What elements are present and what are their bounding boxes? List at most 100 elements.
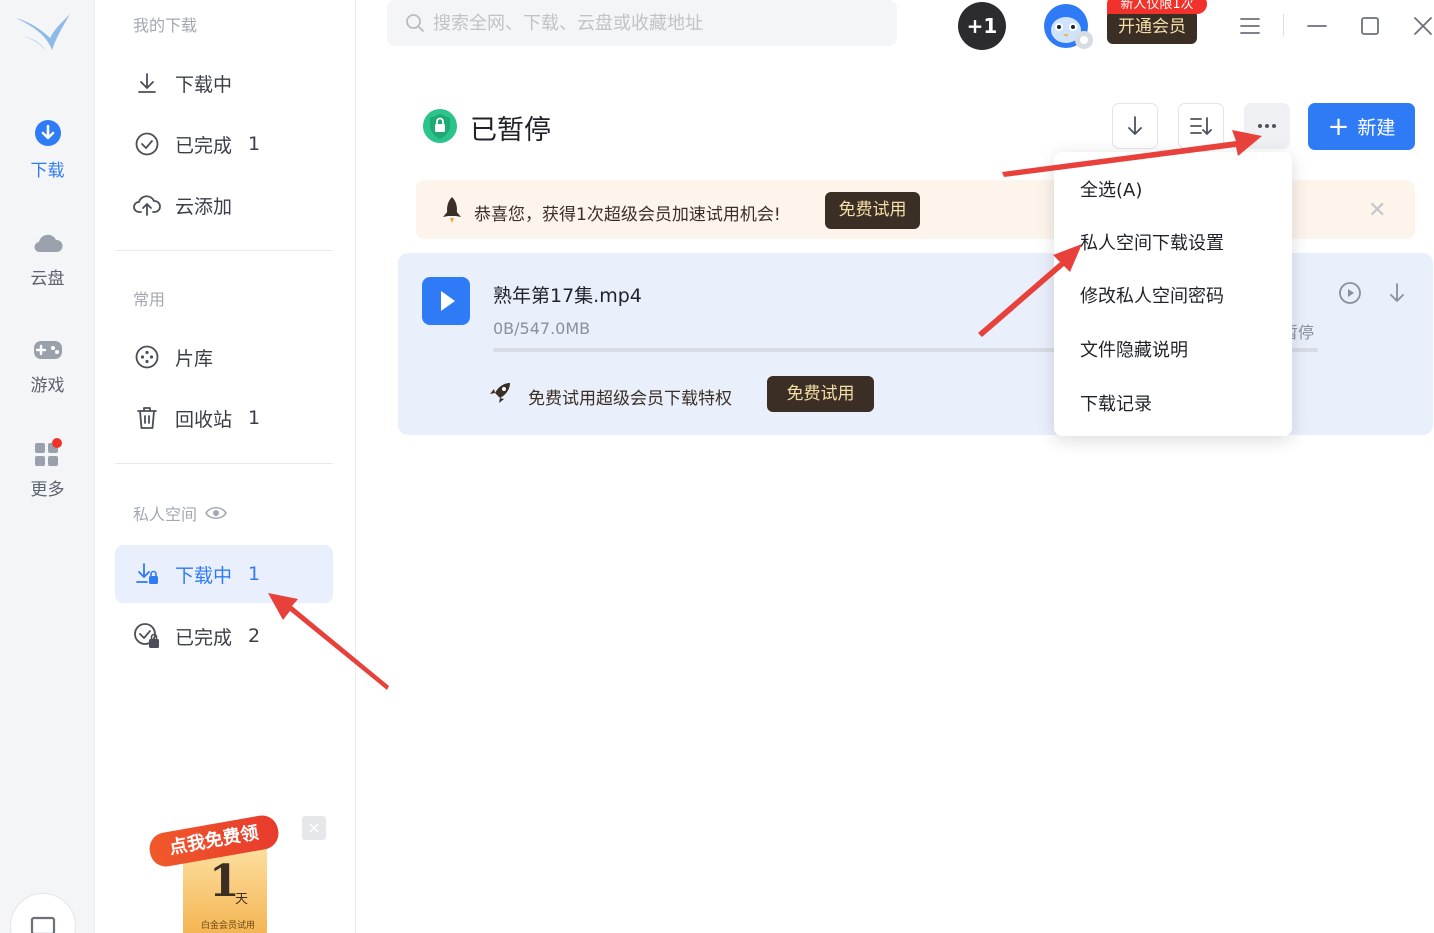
nav-item-downloading[interactable]: 下载中 xyxy=(115,54,333,112)
vip-tag: 新人仅限1次 xyxy=(1107,0,1207,14)
rail-label: 下载 xyxy=(30,161,65,181)
play-circle-icon xyxy=(1339,282,1361,304)
window-separator xyxy=(1283,14,1284,36)
minimize-icon xyxy=(1307,25,1327,27)
maximize-button[interactable] xyxy=(1352,8,1388,44)
rail-label: 游戏 xyxy=(30,376,65,396)
cloud-icon xyxy=(33,234,63,253)
nav-item-label: 已完成 xyxy=(175,134,233,157)
plus-one-button[interactable]: +1 xyxy=(958,2,1006,50)
download-lock-icon xyxy=(133,560,161,588)
nav-item-cloud-add[interactable]: 云添加 xyxy=(115,176,333,234)
section-title-private: 私人空间 xyxy=(133,501,227,525)
close-icon xyxy=(1414,17,1432,35)
nav-item-film-library[interactable]: 片库 xyxy=(115,328,333,386)
new-button-label: 新建 xyxy=(1357,117,1396,139)
app-logo-icon xyxy=(16,14,70,58)
sort-button[interactable] xyxy=(1178,103,1224,149)
close-button[interactable] xyxy=(1405,8,1434,44)
task-file-name: 熟年第17集.mp4 xyxy=(493,285,642,307)
nav-item-label: 下载中 xyxy=(175,73,233,96)
task-download-button[interactable] xyxy=(1383,279,1411,307)
gamepad-icon xyxy=(33,341,62,359)
trash-icon xyxy=(133,404,161,432)
nav-item-label: 云添加 xyxy=(175,195,233,218)
nav-item-count: 1 xyxy=(248,133,261,155)
rail-download[interactable]: 下载 xyxy=(0,118,95,181)
promo-close-icon[interactable]: × xyxy=(302,816,326,840)
shield-lock-icon xyxy=(423,109,457,143)
video-file-icon xyxy=(422,277,470,325)
nav-item-recycle-bin[interactable]: 回收站 1 xyxy=(115,389,333,447)
check-circle-icon xyxy=(133,130,161,158)
nav-item-completed[interactable]: 已完成 1 xyxy=(115,115,333,173)
nav-item-count: 1 xyxy=(248,563,261,585)
menu-item-select-all[interactable]: 全选(A) xyxy=(1080,176,1142,202)
sidebar-divider xyxy=(115,463,333,464)
nav-item-private-downloading[interactable]: 下载中 1 xyxy=(115,545,333,603)
sidebar-divider xyxy=(115,250,333,251)
section-title-my-downloads: 我的下载 xyxy=(133,16,198,35)
minimize-button[interactable] xyxy=(1299,8,1335,44)
avatar[interactable] xyxy=(1040,0,1096,52)
section-title-common: 常用 xyxy=(133,290,166,309)
rail-label: 云盘 xyxy=(30,269,65,289)
search-bar[interactable] xyxy=(387,0,897,46)
banner-trial-button[interactable]: 免费试用 xyxy=(825,192,920,229)
app-rail: 下载 云盘 游戏 更多 xyxy=(0,0,95,933)
search-input[interactable] xyxy=(433,12,873,34)
feedback-button[interactable] xyxy=(10,893,76,933)
banner-text: 恭喜您，获得1次超级会员加速试用机会! xyxy=(474,205,781,225)
nav-item-count: 1 xyxy=(248,407,261,429)
nav-item-private-completed[interactable]: 已完成 2 xyxy=(115,607,333,665)
rail-label: 更多 xyxy=(30,480,65,500)
main-menu-button[interactable] xyxy=(1232,8,1268,44)
eye-icon[interactable] xyxy=(205,505,227,521)
rail-cloud[interactable]: 云盘 xyxy=(0,226,95,289)
plus-icon: + xyxy=(1327,111,1350,142)
sort-icon xyxy=(1190,117,1212,135)
rail-more[interactable]: 更多 xyxy=(0,437,95,500)
rail-games[interactable]: 游戏 xyxy=(0,333,95,396)
nav-item-label: 片库 xyxy=(175,347,214,370)
search-icon xyxy=(406,14,424,32)
task-promo-text: 免费试用超级会员下载特权 xyxy=(528,389,732,409)
task-file-size: 0B/547.0MB xyxy=(493,319,591,338)
page-title: 已暂停 xyxy=(470,115,551,146)
menu-item-hidden-files-info[interactable]: 文件隐藏说明 xyxy=(1080,336,1188,362)
task-trial-button[interactable]: 免费试用 xyxy=(767,376,874,412)
resume-button[interactable] xyxy=(1336,279,1364,307)
more-options-menu: 全选(A) 私人空间下载设置 修改私人空间密码 文件隐藏说明 下载记录 xyxy=(1054,152,1292,436)
hamburger-icon xyxy=(1240,18,1260,34)
nav-item-label: 已完成 xyxy=(175,626,233,649)
cloud-upload-icon xyxy=(133,191,161,219)
promo-unit: 天 xyxy=(235,892,249,907)
vip-button[interactable]: 开通会员 xyxy=(1107,10,1197,44)
screen-icon xyxy=(30,916,56,933)
nav-item-label: 下载中 xyxy=(175,564,233,587)
grid-more-icon xyxy=(34,438,62,466)
nav-item-label: 回收站 xyxy=(175,408,233,431)
maximize-icon xyxy=(1361,17,1379,35)
promo-sub: 白金会员试用 xyxy=(201,921,256,931)
menu-item-change-private-password[interactable]: 修改私人空间密码 xyxy=(1080,282,1224,308)
download-sidebar: 我的下载 下载中 已完成 1 云添加 常用 片库 回收站 1 私人空间 下载中 … xyxy=(95,0,356,933)
download-arrow-icon xyxy=(133,69,161,97)
download-all-button[interactable] xyxy=(1112,103,1158,149)
arrow-down-icon xyxy=(1390,283,1404,302)
new-task-button[interactable]: + 新建 xyxy=(1308,103,1415,150)
private-title-label: 私人空间 xyxy=(133,505,198,524)
rocket-icon xyxy=(490,383,510,403)
rocket-icon xyxy=(443,197,461,223)
nav-item-count: 2 xyxy=(248,625,261,647)
free-trial-promo[interactable]: 1 天 白金会员试用 点我免费领 xyxy=(147,810,287,933)
film-reel-icon xyxy=(133,343,161,371)
more-dots-icon xyxy=(1258,124,1276,128)
menu-item-private-download-settings[interactable]: 私人空间下载设置 xyxy=(1080,229,1224,255)
check-lock-icon xyxy=(133,622,161,650)
arrow-down-icon xyxy=(1128,116,1142,135)
menu-item-download-history[interactable]: 下载记录 xyxy=(1080,390,1152,416)
more-options-button[interactable] xyxy=(1244,103,1290,149)
banner-close-icon[interactable]: ✕ xyxy=(1368,198,1386,223)
download-circle-icon xyxy=(34,120,61,146)
